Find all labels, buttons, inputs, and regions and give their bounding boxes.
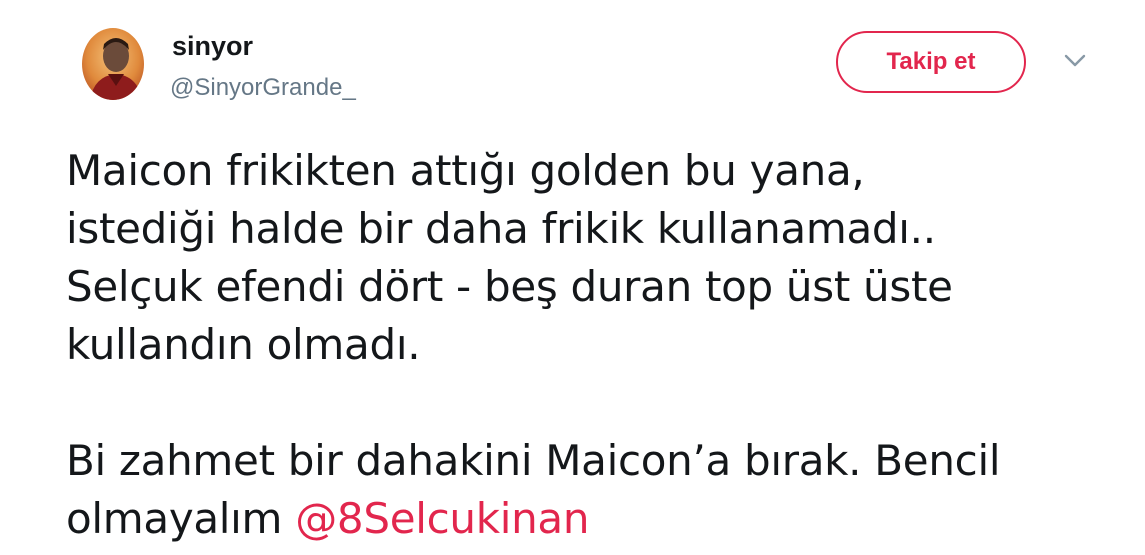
tweet-line: kullandın olmadı. <box>66 320 421 369</box>
tweet-line-text: olmayalım <box>66 494 296 543</box>
more-options-button[interactable] <box>1062 52 1088 70</box>
tweet-line: Selçuk efendi dört - beş duran top üst ü… <box>66 262 953 311</box>
tweet-line-last: olmayalım @8Selcukinan <box>66 490 1126 548</box>
tweet-card: sinyor @SinyorGrande_ Takip et Maicon fr… <box>0 0 1145 555</box>
tweet-line: Maicon frikikten attığı golden bu yana, <box>66 146 865 195</box>
user-avatar-icon <box>82 28 144 100</box>
mention-link[interactable]: @8Selcukinan <box>295 494 589 543</box>
tweet-text: Maicon frikikten attığı golden bu yana, … <box>66 142 1126 548</box>
tweet-line: Bi zahmet bir dahakini Maicon’a bırak. B… <box>66 436 1001 485</box>
display-name[interactable]: sinyor <box>172 30 253 62</box>
chevron-down-icon <box>1064 54 1086 67</box>
tweet-header: sinyor @SinyorGrande_ Takip et <box>0 0 1145 120</box>
user-handle[interactable]: @SinyorGrande_ <box>170 74 356 102</box>
avatar[interactable] <box>82 28 144 100</box>
tweet-line: istediği halde bir daha frikik kullanama… <box>66 204 936 253</box>
follow-button[interactable]: Takip et <box>836 31 1026 93</box>
